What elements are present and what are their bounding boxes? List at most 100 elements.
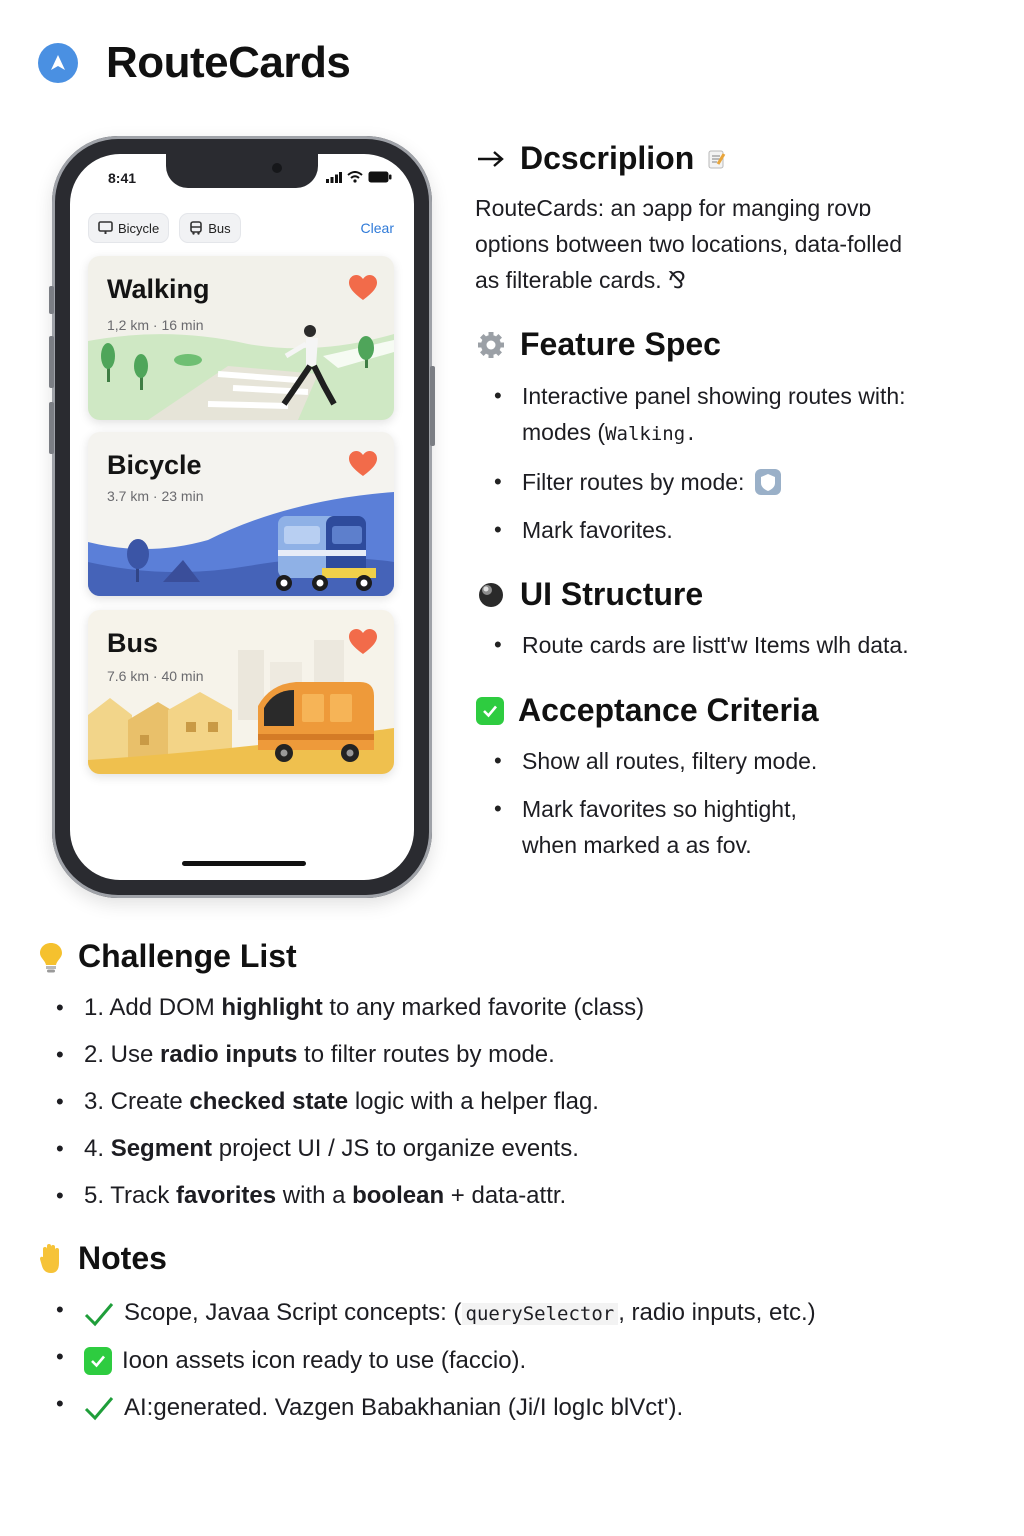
check-mark-icon — [84, 1346, 112, 1375]
list-item-text: Filter routes by mode: — [522, 469, 745, 495]
note-item: AI:generated. Vazgen Babakhanian (Ji/I l… — [38, 1384, 998, 1431]
check-mark-icon — [84, 1396, 114, 1420]
challenge-text: to any marked favorite (class) — [322, 994, 645, 1021]
challenge-text: project UI / JS to organize events. — [212, 1135, 579, 1162]
phone-mockup: 8:41 Bicycle Bus Clear Walking 1,2 km · … — [49, 136, 435, 898]
filter-chip-bus[interactable]: Bus — [179, 213, 241, 243]
raised-hand-icon — [40, 1243, 59, 1273]
heart-icon[interactable] — [348, 274, 378, 302]
challenge-text: 3. Create — [84, 1088, 190, 1115]
note-item: Ioon assets icon ready to use (faccio). — [38, 1337, 998, 1384]
filter-chip-label: Bicycle — [118, 220, 160, 236]
check-mark-icon — [476, 696, 504, 725]
card-title: Bicycle — [107, 450, 202, 480]
challenge-keyword: boolean — [352, 1182, 445, 1209]
challenge-text: to filter routes by mode. — [297, 1041, 555, 1068]
note-text: Ioon assets icon ready to use (faccio). — [122, 1346, 527, 1374]
filter-chip-label: Bus — [208, 220, 231, 236]
challenge-item: 4. Segment project UI / JS to organize e… — [38, 1129, 998, 1176]
note-text: AI:generated. Vazgen Babakhanian (Ji/I l… — [124, 1388, 683, 1428]
challenge-keyword: radio inputs — [160, 1041, 298, 1068]
challenge-text: with a — [276, 1182, 353, 1209]
battery-icon — [368, 171, 392, 183]
app-title: RouteCards — [106, 38, 351, 87]
code-text: querySelector — [461, 1303, 619, 1325]
challenge-keyword: highlight — [221, 994, 323, 1021]
description-title: Dcscriplion — [520, 140, 695, 176]
wifi-icon — [347, 171, 363, 183]
signal-icon — [326, 171, 342, 183]
note-text-part: , radio inputs, etc.) — [618, 1299, 816, 1326]
challenge-keyword: favorites — [176, 1182, 277, 1209]
feature-spec-list: Interactive panel showing routes with: m… — [476, 378, 996, 548]
navigation-logo-icon — [38, 43, 78, 83]
list-item: Show all routes, filtery mode. — [476, 743, 996, 779]
home-indicator — [182, 861, 306, 866]
route-card-bicycle[interactable]: Bicycle 3.7 km · 23 min — [88, 432, 394, 596]
filter-chip-bicycle[interactable]: Bicycle — [88, 213, 170, 243]
list-item: Route cards are listt'w Items wlh data. — [476, 627, 1006, 663]
challenge-item: 1. Add DOM highlight to any marked favor… — [38, 988, 998, 1035]
challenge-text: logic with a helper flag. — [348, 1088, 599, 1115]
challenge-item: 3. Create checked state logic with a hel… — [38, 1082, 998, 1129]
list-item: Mark favorites. — [476, 512, 996, 548]
ui-structure-list: Route cards are listt'w Items wlh data. — [476, 627, 1006, 663]
ui-structure-title: UI Structure — [520, 576, 704, 612]
ui-structure-heading: UI Structure — [476, 576, 703, 613]
clear-button[interactable]: Clear — [361, 220, 394, 236]
heart-icon[interactable] — [348, 628, 378, 656]
phone-screen: 8:41 Bicycle Bus Clear Walking 1,2 km · … — [70, 154, 414, 880]
description-line: RouteCards: an ɔapp for manging rovɒ — [475, 195, 872, 221]
notes-list: Scope, Javaa Script concepts: (querySele… — [38, 1290, 998, 1431]
description-line: options botween two locations, data-foll… — [475, 231, 903, 257]
list-item: Mark favorites so hightight, when marked… — [476, 791, 996, 863]
acceptance-title: Acceptance Criteria — [518, 692, 819, 728]
gear-icon — [478, 331, 504, 358]
arrow-right-icon — [478, 150, 504, 167]
challenge-keyword: checked state — [189, 1088, 349, 1115]
list-item: Interactive panel showing routes with: m… — [476, 378, 996, 452]
camera-icon — [272, 163, 282, 173]
challenge-text: 2. Use — [84, 1041, 161, 1068]
route-card-bus[interactable]: Bus 7.6 km · 40 min — [88, 610, 394, 774]
heart-icon[interactable] — [348, 450, 378, 478]
check-mark-icon — [84, 1302, 114, 1326]
feature-spec-heading: Feature Spec — [476, 326, 721, 363]
challenge-item: 5. Track favorites with a boolean + data… — [38, 1176, 998, 1223]
card-title: Walking — [107, 274, 210, 304]
status-time: 8:41 — [108, 170, 137, 186]
list-item-line: modes (Walking. — [522, 414, 996, 452]
acceptance-heading: Acceptance Criteria — [476, 692, 819, 729]
phone-volume-down — [49, 402, 54, 454]
card-meta: 3.7 km · 23 min — [107, 488, 204, 504]
list-item-line: when marked a as fov. — [522, 832, 752, 858]
note-item: Scope, Javaa Script concepts: (querySele… — [38, 1290, 998, 1337]
challenge-heading: Challenge List — [38, 938, 297, 975]
phone-side-button — [49, 286, 54, 314]
status-icons — [326, 171, 392, 183]
list-item-line: Mark favorites so hightight, — [522, 796, 797, 822]
list-item-text: modes ( — [522, 419, 606, 445]
route-card-walking[interactable]: Walking 1,2 km · 16 min — [88, 256, 394, 420]
note-text: Scope, Javaa Script concepts: (querySele… — [124, 1293, 816, 1334]
feature-spec-title: Feature Spec — [520, 326, 721, 362]
notes-title: Notes — [78, 1240, 167, 1276]
card-meta: 7.6 km · 40 min — [107, 668, 204, 684]
challenge-text: + data-attr. — [444, 1182, 567, 1209]
challenge-text: 5. Track — [84, 1182, 177, 1209]
monitor-icon — [98, 221, 113, 234]
challenge-text: 4. — [84, 1135, 111, 1162]
notes-heading: Notes — [38, 1240, 167, 1277]
challenge-keyword: Segment — [110, 1135, 213, 1162]
note-text-part: Scope, Javaa Script concepts: ( — [124, 1299, 462, 1326]
card-meta: 1,2 km · 16 min — [107, 317, 204, 333]
card-title: Bus — [107, 628, 159, 658]
app-header: RouteCards — [38, 38, 351, 88]
filter-bar: Bicycle Bus Clear — [88, 212, 396, 244]
phone-volume-up — [49, 336, 54, 388]
note-text-part: (Ji/I logIc blVct'). — [507, 1393, 684, 1421]
bullet-sphere-icon — [479, 582, 503, 607]
description-heading: Dcscriplion — [476, 140, 726, 177]
shield-icon — [755, 469, 782, 495]
challenge-item: 2. Use radio inputs to filter routes by … — [38, 1035, 998, 1082]
